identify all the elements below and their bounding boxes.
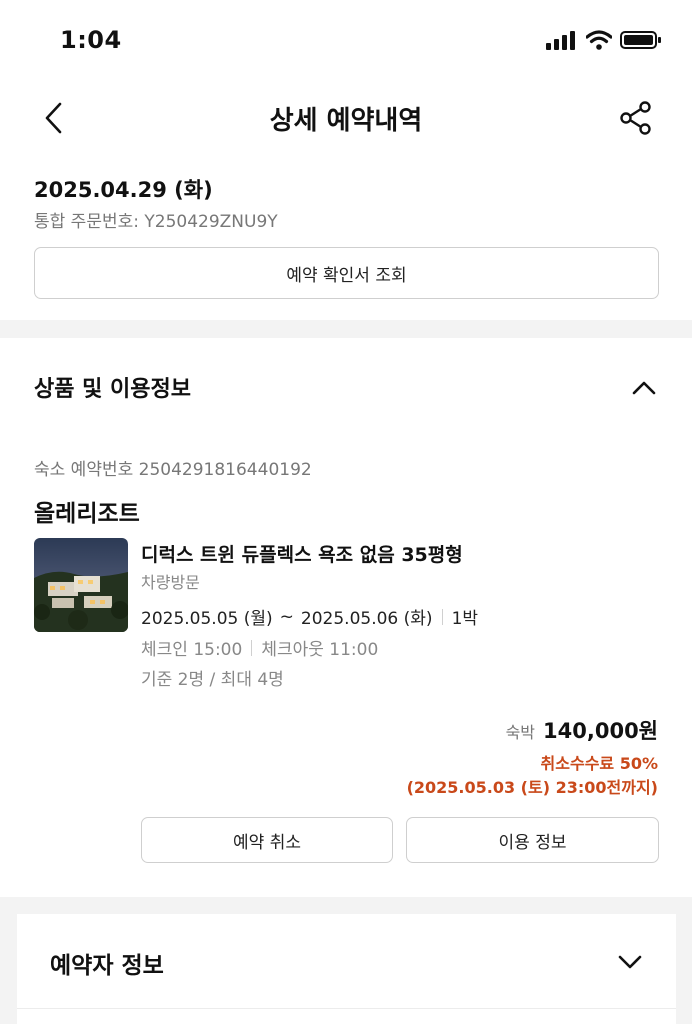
wifi-icon xyxy=(586,30,612,50)
signal-icon xyxy=(546,31,575,50)
usage-info-button[interactable]: 이용 정보 xyxy=(406,817,659,863)
price-line: 숙박 140,000원 xyxy=(506,715,658,745)
stay-reservation-number: 숙소 예약번호 2504291816440192 xyxy=(34,460,312,480)
nights: 1박 xyxy=(451,609,479,629)
separator xyxy=(441,608,443,625)
divider xyxy=(17,1008,676,1009)
booker-section-title: 예약자 정보 xyxy=(50,953,164,979)
property-name: 올레리조트 xyxy=(34,501,140,527)
room-capacity: 기준 2명 / 최대 4명 xyxy=(141,670,284,690)
status-icons xyxy=(546,30,662,50)
battery-icon xyxy=(620,31,661,49)
separator xyxy=(251,639,253,656)
section-divider xyxy=(0,320,692,338)
collapse-product-section-button[interactable] xyxy=(628,372,660,404)
cancellation-deadline: (2025.05.03 (토) 23:00전까지) xyxy=(406,778,658,797)
check-out-date: 2025.05.06 (화) xyxy=(300,609,433,629)
check-out-time: 체크아웃 11:00 xyxy=(261,640,379,660)
status-time: 1:04 xyxy=(60,26,122,54)
price-value: 140,000원 xyxy=(543,719,658,743)
visit-type: 차량방문 xyxy=(141,573,200,592)
order-number: 통합 주문번호: Y250429ZNU9Y xyxy=(34,212,278,232)
share-icon xyxy=(620,101,651,135)
expand-booker-section-button[interactable] xyxy=(614,946,646,978)
order-date: 2025.04.29 (화) xyxy=(34,178,213,202)
date-range-separator: ~ xyxy=(279,606,294,627)
cancel-reservation-button[interactable]: 예약 취소 xyxy=(141,817,393,863)
cancellation-fee: 취소수수료 50% xyxy=(540,754,658,773)
chevron-up-icon xyxy=(632,381,656,395)
room-name: 디럭스 트윈 듀플렉스 욕조 없음 35평형 xyxy=(141,544,463,566)
check-in-time: 체크인 15:00 xyxy=(141,640,243,660)
chevron-down-icon xyxy=(618,955,642,969)
price-label: 숙박 xyxy=(505,723,536,742)
check-in-date: 2025.05.05 (월) xyxy=(141,609,273,629)
product-section-title: 상품 및 이용정보 xyxy=(34,377,191,402)
stay-dates: 2025.05.05 (월) ~ 2025.05.06 (화) 1박 xyxy=(141,604,479,630)
check-times: 체크인 15:00 체크아웃 11:00 xyxy=(141,635,378,660)
page-title: 상세 예약내역 xyxy=(269,106,423,136)
share-button[interactable] xyxy=(616,98,656,138)
view-confirmation-button[interactable]: 예약 확인서 조회 xyxy=(34,247,659,299)
property-thumbnail xyxy=(34,538,128,632)
